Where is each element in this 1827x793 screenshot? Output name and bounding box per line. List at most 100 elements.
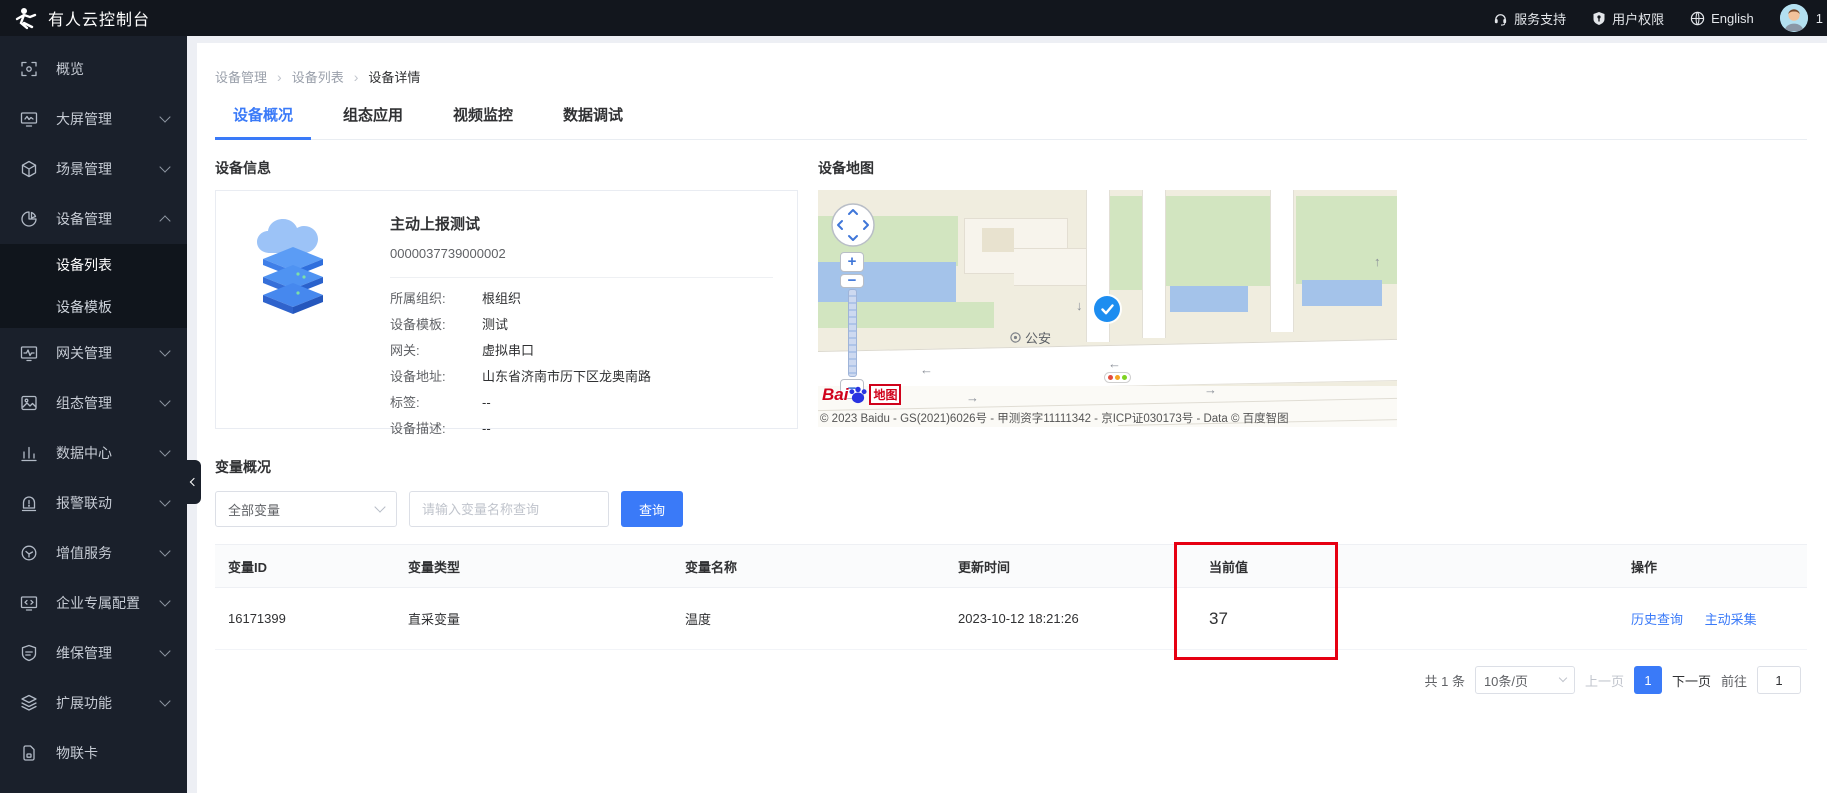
sidebar-item-extension[interactable]: 扩展功能 [0, 678, 187, 728]
chevron-down-icon [1559, 674, 1567, 682]
sidebar-item-overview[interactable]: 概览 [0, 44, 187, 94]
sidebar-item-value-added[interactable]: 增值服务 [0, 528, 187, 578]
picture-icon [20, 394, 38, 412]
cell-variable-id: 16171399 [215, 611, 395, 626]
user-permission-menu[interactable]: 用户权限 [1592, 9, 1664, 28]
breadcrumb-separator: › [277, 69, 282, 85]
sidebar-item-alarm-linkage[interactable]: 报警联动 [0, 478, 187, 528]
page-size-select[interactable]: 10条/页 [1475, 666, 1575, 694]
road-arrow-icon: → [1204, 382, 1217, 397]
zoom-slider-track[interactable] [848, 289, 857, 377]
tab-scada-app[interactable]: 组态应用 [325, 104, 421, 139]
query-button[interactable]: 查询 [621, 491, 683, 527]
active-collect-link[interactable]: 主动采集 [1705, 612, 1757, 627]
sidebar-item-maintenance-mgmt[interactable]: 维保管理 [0, 628, 187, 678]
map-park [1166, 196, 1270, 286]
chevron-down-icon [159, 695, 170, 706]
username-text: 1 [1816, 11, 1823, 26]
chevron-down-icon [159, 495, 170, 506]
baidu-logo: Bai 地图 [822, 384, 901, 405]
col-actions: 操作 [1618, 557, 1657, 576]
variable-search-input[interactable] [409, 491, 609, 527]
sidebar-item-gateway-mgmt[interactable]: 网关管理 [0, 328, 187, 378]
chevron-up-icon [159, 215, 170, 226]
sidebar-item-scada-mgmt[interactable]: 组态管理 [0, 378, 187, 428]
col-variable-name: 变量名称 [672, 557, 945, 576]
sidebar-item-enterprise-config[interactable]: 企业专属配置 [0, 578, 187, 628]
app-title: 有人云控制台 [48, 6, 150, 30]
history-query-link[interactable]: 历史查询 [1631, 612, 1683, 627]
field-value: -- [482, 394, 491, 412]
field-value: 虚拟串口 [482, 342, 534, 360]
road-arrow-icon: → [966, 390, 979, 405]
device-name: 主动上报测试 [390, 213, 773, 234]
chevron-left-icon [190, 478, 198, 486]
map-pan-control[interactable] [830, 202, 876, 248]
field-label: 标签: [390, 394, 482, 412]
layers-icon [20, 694, 38, 712]
sidebar-item-scene-mgmt[interactable]: 场景管理 [0, 144, 187, 194]
chevron-down-icon [159, 161, 170, 172]
map-park [1296, 196, 1397, 284]
device-location-marker[interactable] [1094, 296, 1120, 322]
sidebar-item-screen-mgmt[interactable]: 大屏管理 [0, 94, 187, 144]
check-icon [1101, 304, 1114, 315]
field-label: 设备描述: [390, 420, 482, 438]
zoom-in-button[interactable]: + [840, 252, 864, 272]
user-avatar[interactable] [1780, 4, 1808, 32]
table-row: 16171399 直采变量 温度 2023-10-12 18:21:26 37 … [215, 588, 1807, 650]
table-header-row: 变量ID 变量类型 变量名称 更新时间 当前值 操作 [215, 544, 1807, 588]
language-switch[interactable]: English [1690, 11, 1754, 26]
sidebar: 概览 大屏管理 场景管理 设备管理 设备列表 设备模板 网关管理 组态 [0, 36, 187, 793]
tab-data-debug[interactable]: 数据调试 [545, 104, 641, 139]
breadcrumb-device-mgmt[interactable]: 设备管理 [215, 67, 267, 86]
variables-title: 变量概况 [215, 457, 1807, 477]
traffic-light-icon [1104, 372, 1131, 383]
sidebar-item-iot-card[interactable]: 物联卡 [0, 728, 187, 778]
field-label: 设备地址: [390, 368, 482, 386]
usr-cloud-logo-icon [14, 6, 38, 30]
breadcrumb: 设备管理 › 设备列表 › 设备详情 [215, 63, 1807, 86]
map-copyright: © 2023 Baidu - GS(2021)6026号 - 甲测资字11111… [820, 410, 1397, 426]
map-road [1270, 190, 1294, 332]
map-water [818, 262, 956, 306]
goto-page-input[interactable] [1757, 666, 1801, 694]
sidebar-item-device-list[interactable]: 设备列表 [0, 244, 187, 286]
breadcrumb-device-list[interactable]: 设备列表 [292, 67, 344, 86]
baidu-map[interactable]: ← ← → → ↑ ↓ 公安 [818, 190, 1397, 427]
variable-filter-select[interactable]: 全部变量 [215, 491, 397, 527]
road-arrow-icon: ← [920, 362, 933, 377]
brand: 有人云控制台 [14, 6, 150, 30]
cell-variable-name: 温度 [672, 609, 945, 628]
device-pie-icon [20, 210, 38, 228]
map-water [1170, 286, 1248, 312]
alarm-siren-icon [20, 494, 38, 512]
chevron-down-icon [374, 501, 385, 512]
chevron-down-icon [159, 645, 170, 656]
col-current-value: 当前值 [1196, 557, 1618, 576]
chevron-down-icon [159, 595, 170, 606]
map-building [1014, 248, 1092, 286]
clock-service-icon [20, 544, 38, 562]
sidebar-collapse-toggle[interactable] [187, 460, 201, 504]
prev-page-button[interactable]: 上一页 [1585, 671, 1624, 690]
zoom-slider-handle[interactable]: − [840, 274, 864, 288]
sidebar-item-data-center[interactable]: 数据中心 [0, 428, 187, 478]
overview-icon [20, 60, 38, 78]
next-page-button[interactable]: 下一页 [1672, 671, 1711, 690]
sidebar-item-device-template[interactable]: 设备模板 [0, 286, 187, 328]
col-variable-id: 变量ID [215, 557, 395, 576]
service-support-menu[interactable]: 服务支持 [1493, 9, 1566, 28]
field-value: 根组织 [482, 290, 521, 308]
shield-icon [20, 644, 38, 662]
tab-video-monitor[interactable]: 视频监控 [435, 104, 531, 139]
total-count: 共 1 条 [1424, 671, 1464, 690]
field-label: 网关: [390, 342, 482, 360]
page-1-button[interactable]: 1 [1634, 666, 1662, 694]
cell-current-value: 37 [1196, 609, 1618, 629]
map-park [818, 302, 994, 328]
divider [390, 277, 773, 278]
tab-device-overview[interactable]: 设备概况 [215, 104, 311, 139]
road-arrow-icon: ← [1108, 356, 1121, 371]
sidebar-item-device-mgmt[interactable]: 设备管理 [0, 194, 187, 244]
